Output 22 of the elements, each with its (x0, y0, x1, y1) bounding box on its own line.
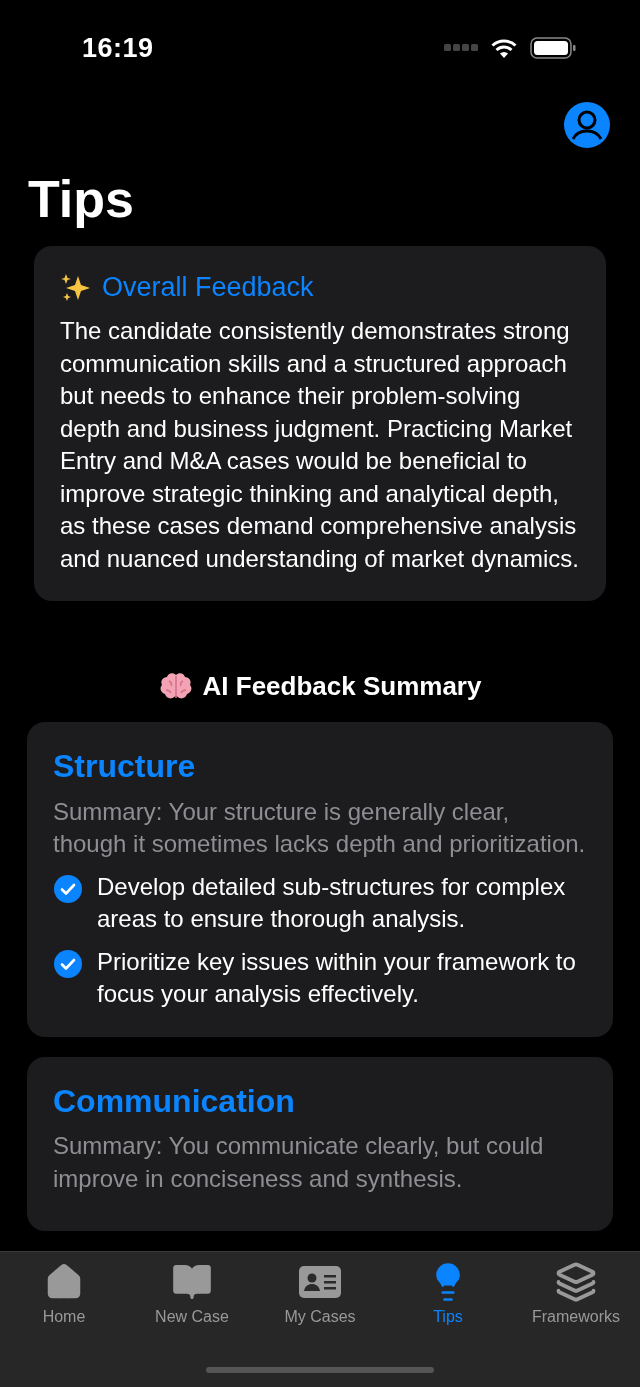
category-title: Structure (53, 748, 196, 785)
category-title: Communication (53, 1082, 295, 1119)
section-title: AI Feedback Summary (202, 671, 482, 703)
page-title: Tips (28, 169, 135, 230)
checkmark-icon (53, 873, 83, 904)
tip-text: Develop detailed sub-structures for complex areas to ensure thorough analysis. (97, 871, 567, 935)
feedback-text: The candidate consistently demonstrates strong communication skills and a structured approach but needs to enhance their problem-solving depth and business judgment. Practicing Market Entry and M&A cases would be beneficial to improve strategic thinking and analytical depth, as these cases demand comprehensive analysis and nuanced understanding of market dynamics. (60, 316, 580, 574)
tab[interactable]: New Case (128, 1260, 256, 1387)
checkmark-icon (53, 948, 83, 979)
summary-text: Summary: You communicate clearly, but could improve in conciseness and synthesis. (53, 1131, 545, 1194)
summary-text: Summary: Your structure is generally clear, though it sometimes lacks depth and prioritization. (53, 796, 587, 860)
battery-icon (530, 37, 576, 59)
layers-icon (555, 1260, 597, 1304)
status-time: 16:19 (82, 32, 154, 64)
tab[interactable]: Frameworks (512, 1260, 640, 1387)
tab[interactable]: Home (0, 1260, 128, 1387)
tab[interactable]: Tips (384, 1260, 512, 1387)
profile-button[interactable] (564, 102, 610, 148)
tip-text: Prioritize key issues within your framework to focus your analysis effectively. (97, 946, 577, 1010)
card-title: Overall Feedback (102, 271, 314, 304)
signal-icon (444, 44, 478, 52)
wifi-icon (490, 37, 518, 59)
